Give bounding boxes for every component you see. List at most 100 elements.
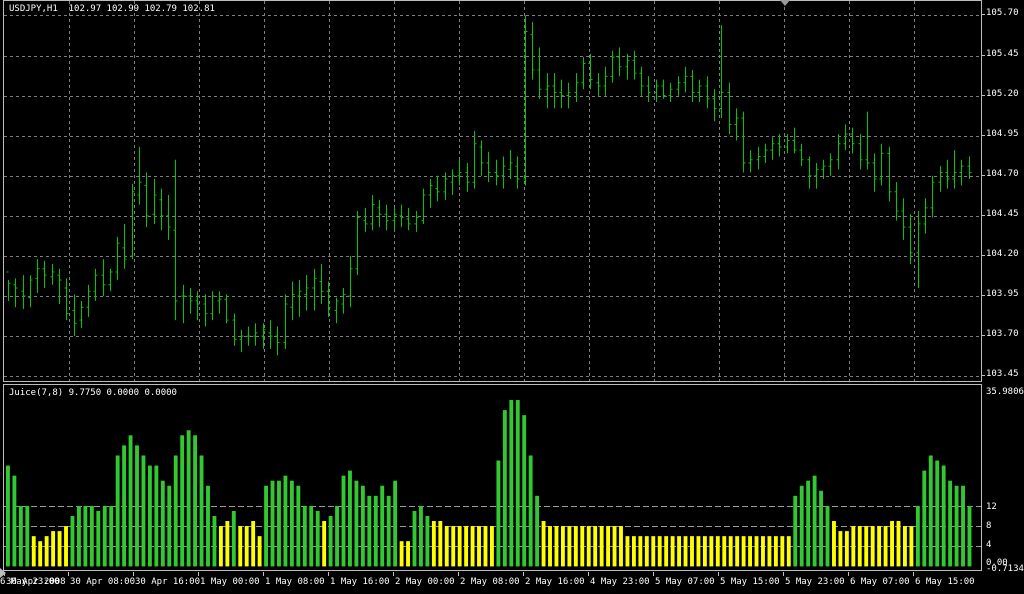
juice-bar xyxy=(838,531,843,567)
ohlc-bar xyxy=(814,162,819,189)
juice-bar xyxy=(767,536,772,567)
ohlc-bar xyxy=(384,204,389,231)
indicator-axis[interactable]: 35.9806 12 8 4 0.00 -0.7134 xyxy=(982,384,1024,574)
juice-bar xyxy=(354,480,359,567)
juice-bar xyxy=(690,536,694,567)
time-axis-label: 5 May 07:00 xyxy=(655,577,715,587)
ohlc-bar xyxy=(50,263,55,285)
juice-bar xyxy=(6,465,10,567)
juice-bar xyxy=(812,475,817,567)
ohlc-bar xyxy=(930,175,935,218)
ohlc-bar xyxy=(872,153,877,192)
ohlc-bar xyxy=(144,172,149,228)
time-axis-label: 1 May 08:00 xyxy=(265,577,325,587)
juice-bar xyxy=(754,536,759,567)
juice-bar xyxy=(444,526,449,567)
juice-bar xyxy=(315,510,320,567)
time-axis-tick xyxy=(523,572,524,576)
ohlc-bar xyxy=(668,82,673,103)
juice-bar xyxy=(612,526,617,567)
juice-bar xyxy=(896,521,901,567)
juice-bar xyxy=(515,400,520,567)
time-axis-label: 5 May 23:00 xyxy=(785,577,845,587)
juice-bar xyxy=(890,521,894,567)
ohlc-bar xyxy=(494,159,499,186)
ohlc-bar xyxy=(748,150,753,173)
ohlc-bar xyxy=(457,159,462,186)
juice-bar xyxy=(741,536,746,567)
juice-bar xyxy=(490,526,494,567)
ohlc-bar xyxy=(566,82,571,109)
juice-bar xyxy=(606,526,611,567)
price-chart-canvas[interactable] xyxy=(4,1,981,381)
indicator-pane[interactable]: Juice(7,8) 9.7750 0.0000 0.0000 xyxy=(3,384,982,571)
juice-bar xyxy=(122,445,127,567)
juice-bar xyxy=(31,536,36,567)
juice-bar xyxy=(748,536,753,567)
juice-bar xyxy=(728,536,733,567)
juice-bar xyxy=(18,505,23,567)
juice-bar xyxy=(735,536,740,567)
ohlc-bar xyxy=(603,66,608,96)
time-axis-label: 6 May 15:00 xyxy=(915,577,975,587)
juice-bar xyxy=(857,526,862,567)
price-chart-pane[interactable]: USDJPY,H1 102.97 102.99 102.79 102.81 xyxy=(3,0,982,382)
price-axis[interactable]: 105.70 105.45 105.20 104.95 104.70 104.45 104.… xyxy=(982,0,1024,382)
juice-bar xyxy=(115,455,120,567)
ohlc-bar xyxy=(428,178,433,208)
ohlc-bar xyxy=(195,291,200,321)
price-axis-tick xyxy=(982,335,985,336)
juice-bar xyxy=(470,526,475,567)
juice-bar xyxy=(335,505,339,567)
juice-bar xyxy=(180,435,185,567)
time-axis-tick xyxy=(198,572,199,576)
ohlc-bar xyxy=(479,140,484,176)
time-axis-label: 2 May 00:00 xyxy=(395,577,455,587)
ohlc-bar xyxy=(326,281,331,317)
ohlc-bar xyxy=(734,108,739,141)
time-axis-label: 30 Apr 16:00 xyxy=(135,577,201,587)
scroll-marker-icon xyxy=(0,568,6,578)
time-axis-label: 6 May 07:00 xyxy=(850,577,910,587)
ohlc-bar xyxy=(297,279,302,317)
juice-bar xyxy=(238,526,243,567)
juice-bar xyxy=(147,465,152,567)
juice-bar xyxy=(625,536,630,567)
juice-bar xyxy=(399,541,404,567)
juice-bar xyxy=(44,536,49,567)
juice-bar xyxy=(218,526,223,567)
time-axis-label: 2 May 16:00 xyxy=(525,577,585,587)
ohlc-bar xyxy=(122,223,127,269)
ohlc-bar xyxy=(64,278,69,321)
juice-bar xyxy=(431,521,436,567)
chart-shift-marker-icon[interactable] xyxy=(780,0,790,6)
juice-bar xyxy=(283,475,288,567)
juice-bar xyxy=(586,526,591,567)
ohlc-bar xyxy=(770,137,775,160)
juice-bar xyxy=(844,531,849,567)
ohlc-bar xyxy=(836,134,841,170)
indicator-info-label: Juice(7,8) 9.7750 0.0000 0.0000 xyxy=(9,388,177,398)
ohlc-bar xyxy=(246,326,251,346)
ohlc-bar xyxy=(72,294,77,337)
juice-bar xyxy=(438,521,443,567)
ohlc-bar xyxy=(952,150,957,189)
price-axis-label: 104.70 xyxy=(986,169,1019,179)
time-axis[interactable]: 30 Apr 2008 30 Apr 08:00 30 Apr 16:00 1 May… xyxy=(0,572,1024,594)
indicator-canvas[interactable] xyxy=(4,385,981,570)
price-axis-label: 105.20 xyxy=(986,89,1019,99)
ohlc-bar xyxy=(792,127,797,154)
ohlc-bar xyxy=(690,69,695,103)
juice-bar xyxy=(206,485,210,567)
ohlc-bar xyxy=(697,79,702,103)
price-axis-tick xyxy=(982,135,985,136)
ohlc-bar xyxy=(617,47,622,77)
juice-bar xyxy=(457,526,462,567)
juice-bar xyxy=(386,495,391,567)
juice-bar xyxy=(593,526,598,567)
juice-bar xyxy=(96,510,101,567)
juice-bar xyxy=(296,485,301,567)
time-axis-tick xyxy=(458,572,459,576)
time-axis-tick xyxy=(328,572,329,576)
juice-bar xyxy=(638,536,643,567)
